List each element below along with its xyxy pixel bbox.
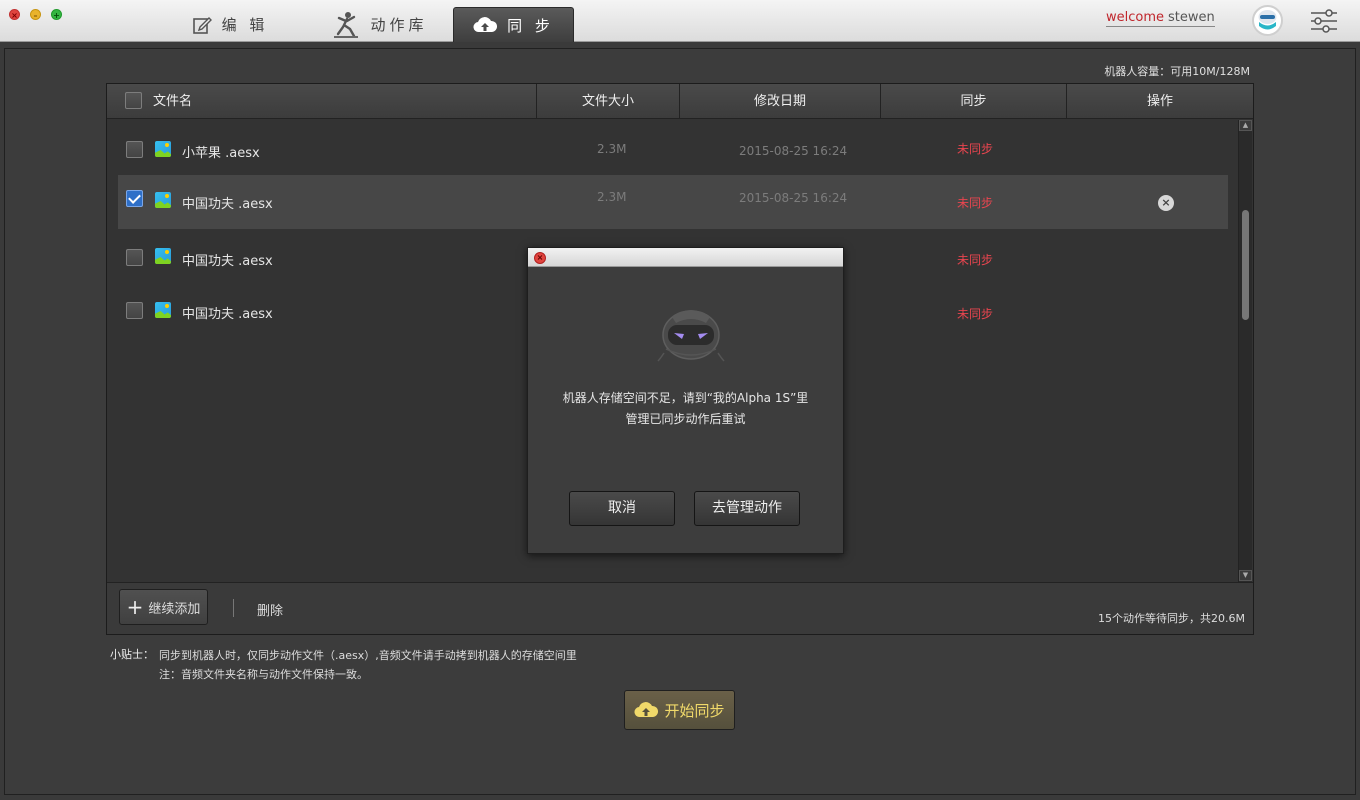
file-size: 2.3M [597,190,627,204]
image-file-icon [155,302,171,318]
scroll-up-arrow[interactable]: ▲ [1239,120,1252,131]
welcome-text: welcome [1106,10,1165,25]
robot-avatar-icon [1258,10,1277,30]
scrollbar[interactable]: ▲ ▼ [1238,120,1252,582]
sliders-icon [1311,9,1337,33]
dialog-title-bar: × [528,248,843,267]
image-file-icon [155,141,171,157]
add-more-button[interactable]: + 继续添加 [119,589,208,625]
start-sync-button[interactable]: 开始同步 [624,690,735,730]
plus-icon: + [126,595,144,619]
divider [233,599,234,617]
table-row[interactable]: 中国功夫 .aesx 2.3M 2015-08-25 16:24 未同步 × [118,175,1228,229]
username: stewen [1168,10,1215,25]
file-name: 中国功夫 .aesx [182,307,273,322]
tab-edit-label: 编 辑 [221,16,269,34]
dancer-icon [334,11,359,38]
header-date: 修改日期 [679,84,880,119]
row-checkbox[interactable] [126,190,143,207]
select-all-checkbox[interactable] [125,92,142,109]
header-filesize: 文件大小 [536,84,679,119]
robot-head-icon [657,310,725,362]
delete-button[interactable]: 删除 [257,600,283,619]
window-close-button[interactable]: × [9,9,20,20]
file-name: 小苹果 .aesx [182,146,260,161]
window-maximize-button[interactable]: + [51,9,62,20]
tab-sync-label: 同 步 [507,16,554,35]
welcome-user[interactable]: welcome stewen [1106,10,1215,27]
file-size: 2.3M [597,142,627,156]
dialog-message-line-2: 管理已同步动作后重试 [625,412,746,426]
sync-status: 未同步 [957,253,994,267]
table-header: 文件名 文件大小 修改日期 同步 操作 [107,84,1253,119]
tab-sync[interactable]: 同 步 [453,7,574,42]
settings-button[interactable] [1309,8,1339,34]
robot-capacity: 机器人容量：可用10M/128M [1104,65,1250,78]
table-footer: + 继续添加 删除 15个动作等待同步，共20.6M [107,582,1253,634]
cloud-upload-icon [473,17,498,33]
tips-line-2: 注：音频文件夹名称与动作文件保持一致。 [159,668,368,681]
tab-action-library[interactable]: 动作库 [325,7,435,42]
file-name: 中国功夫 .aesx [182,197,273,212]
tab-edit[interactable]: 编 辑 [180,7,280,42]
tab-action-library-label: 动作库 [370,16,428,34]
delete-row-icon[interactable]: × [1158,195,1174,211]
manage-actions-button[interactable]: 去管理动作 [694,491,800,526]
tips-line-1: 同步到机器人时，仅同步动作文件（.aesx）,音频文件请手动拷到机器人的存储空间… [159,649,577,662]
table-row[interactable]: 小苹果 .aesx 2.3M 2015-08-25 16:24 未同步 [118,122,1228,176]
window-minimize-button[interactable]: – [30,9,41,20]
tips-label: 小贴士： [110,648,154,661]
image-file-icon [155,192,171,208]
waiting-sync-summary: 15个动作等待同步，共20.6M [1098,612,1245,625]
dialog-close-button[interactable]: × [534,252,546,264]
scroll-down-arrow[interactable]: ▼ [1239,570,1252,581]
cancel-button[interactable]: 取消 [569,491,675,526]
sync-status: 未同步 [957,307,994,321]
row-checkbox[interactable] [126,141,143,158]
edit-icon [192,16,212,34]
file-name: 中国功夫 .aesx [182,254,273,269]
row-checkbox[interactable] [126,249,143,266]
start-sync-label: 开始同步 [664,701,725,720]
row-checkbox[interactable] [126,302,143,319]
file-date: 2015-08-25 16:24 [739,144,848,158]
dialog-message-line-1: 机器人存储空间不足，请到“我的Alpha 1S”里 [562,391,809,405]
sync-status: 未同步 [957,142,994,156]
cloud-upload-icon [634,702,659,718]
sync-status: 未同步 [957,196,994,210]
avatar[interactable] [1252,5,1283,36]
header-action: 操作 [1066,84,1253,119]
add-more-label: 继续添加 [148,601,201,617]
dialog-message: 机器人存储空间不足，请到“我的Alpha 1S”里 管理已同步动作后重试 [538,388,833,430]
storage-full-dialog: × 机器人存储空间不足，请到“我的Alpha 1S”里 管理已同步动作后重试 取… [527,247,844,554]
header-filename: 文件名 [153,94,193,109]
image-file-icon [155,248,171,264]
title-bar: × – + 编 辑 动作库 同 步 welcome stewen [0,0,1360,42]
scroll-thumb[interactable] [1242,210,1249,320]
file-date: 2015-08-25 16:24 [739,191,848,205]
header-sync: 同步 [880,84,1066,119]
